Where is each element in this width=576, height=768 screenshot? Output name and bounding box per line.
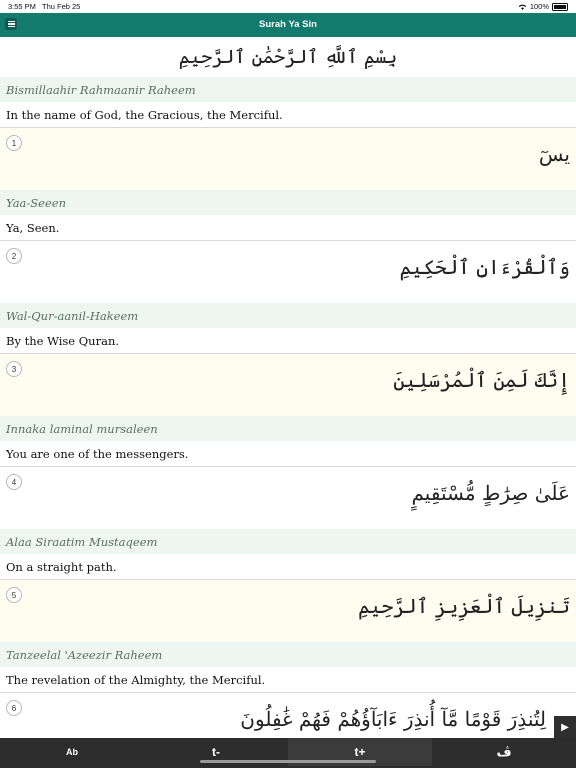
verse-3[interactable]: 3 إِنَّكَ لَمِنَ ٱلْمُرْسَلِينَ Innaka l… xyxy=(0,353,576,466)
verse-arabic-row: 5 تَنزِيلَ ٱلْعَزِيزِ ٱلرَّحِيمِ xyxy=(0,580,576,642)
verse-number-badge: 5 xyxy=(6,587,22,603)
arabic-toggle-button[interactable]: ڤ xyxy=(432,738,576,766)
verse-number-badge: 3 xyxy=(6,361,22,377)
nav-bar: Surah Ya Sin xyxy=(0,13,576,37)
verse-arabic-text: عَلَىٰ صِرَٰطٍ مُّسْتَقِيمٍ xyxy=(411,481,570,505)
verse-translation: You are one of the messengers. xyxy=(0,441,576,466)
verse-2[interactable]: 2 وَٱلْقُرْءَانِ ٱلْحَكِيمِ Wal-Qur-aani… xyxy=(0,240,576,353)
verse-1[interactable]: 1 يسٓ Yaa-Seeen Ya, Seen. xyxy=(0,127,576,240)
verse-arabic-text: يسٓ xyxy=(538,142,570,166)
verse-transliteration: Yaa-Seeen xyxy=(0,190,576,215)
verse-6[interactable]: 6 لِتُنذِرَ قَوْمًا مَّآ أُنذِرَ ءَابَآؤ… xyxy=(0,692,576,738)
battery-icon xyxy=(552,2,568,11)
verse-transliteration: Tanzeelal 'Azeezir Raheem xyxy=(0,642,576,667)
font-style-button[interactable]: Ab xyxy=(0,738,144,766)
verse-transliteration: Wal-Qur-aanil-Hakeem xyxy=(0,303,576,328)
verse-number-badge: 6 xyxy=(6,700,22,716)
play-icon: ▶ xyxy=(561,721,569,733)
verse-number-badge: 2 xyxy=(6,248,22,264)
verse-translation: By the Wise Quran. xyxy=(0,328,576,353)
verse-translation: Ya, Seen. xyxy=(0,215,576,240)
verse-number-badge: 1 xyxy=(6,135,22,151)
surah-content[interactable]: بِسْمِ ٱللَّهِ ٱلرَّحْمَٰنِ ٱلرَّحِيمِ B… xyxy=(0,37,576,738)
verse-arabic-text: إِنَّكَ لَمِنَ ٱلْمُرْسَلِينَ xyxy=(393,368,570,392)
home-indicator xyxy=(200,760,376,763)
bismillah-translation: In the name of God, the Gracious, the Me… xyxy=(0,102,576,127)
verse-arabic-text: تَنزِيلَ ٱلْعَزِيزِ ٱلرَّحِيمِ xyxy=(358,594,570,618)
status-date: Thu Feb 25 xyxy=(42,2,81,11)
bismillah-arabic: بِسْمِ ٱللَّهِ ٱلرَّحْمَٰنِ ٱلرَّحِيمِ xyxy=(0,37,576,77)
status-bar: 3:55 PM Thu Feb 25 100% xyxy=(0,0,576,13)
wifi-icon xyxy=(518,4,527,10)
verse-translation: On a straight path. xyxy=(0,554,576,579)
verse-5[interactable]: 5 تَنزِيلَ ٱلْعَزِيزِ ٱلرَّحِيمِ Tanzeel… xyxy=(0,579,576,692)
verse-transliteration: Innaka laminal mursaleen xyxy=(0,416,576,441)
status-right: 100% xyxy=(518,2,568,11)
play-button[interactable]: ▶ xyxy=(554,716,576,738)
verse-translation: The revelation of the Almighty, the Merc… xyxy=(0,667,576,692)
status-time: 3:55 PM xyxy=(8,2,36,11)
verse-4[interactable]: 4 عَلَىٰ صِرَٰطٍ مُّسْتَقِيمٍ Alaa Siraa… xyxy=(0,466,576,579)
bismillah-transliteration: Bismillaahir Rahmaanir Raheem xyxy=(0,77,576,102)
page-title: Surah Ya Sin xyxy=(259,19,317,30)
verse-arabic-text: وَٱلْقُرْءَانِ ٱلْحَكِيمِ xyxy=(399,255,570,279)
verse-arabic-row: 1 يسٓ xyxy=(0,128,576,190)
verse-arabic-row: 6 لِتُنذِرَ قَوْمًا مَّآ أُنذِرَ ءَابَآؤ… xyxy=(0,693,576,738)
verse-arabic-text: لِتُنذِرَ قَوْمًا مَّآ أُنذِرَ ءَابَآؤُه… xyxy=(240,707,546,731)
verse-arabic-row: 3 إِنَّكَ لَمِنَ ٱلْمُرْسَلِينَ xyxy=(0,354,576,416)
verse-transliteration: Alaa Siraatim Mustaqeem xyxy=(0,529,576,554)
bottom-toolbar: Ab t- t+ ڤ xyxy=(0,738,576,768)
battery-percent: 100% xyxy=(529,2,549,11)
verse-arabic-row: 2 وَٱلْقُرْءَانِ ٱلْحَكِيمِ xyxy=(0,241,576,303)
verse-arabic-row: 4 عَلَىٰ صِرَٰطٍ مُّسْتَقِيمٍ xyxy=(0,467,576,529)
verse-number-badge: 4 xyxy=(6,474,22,490)
